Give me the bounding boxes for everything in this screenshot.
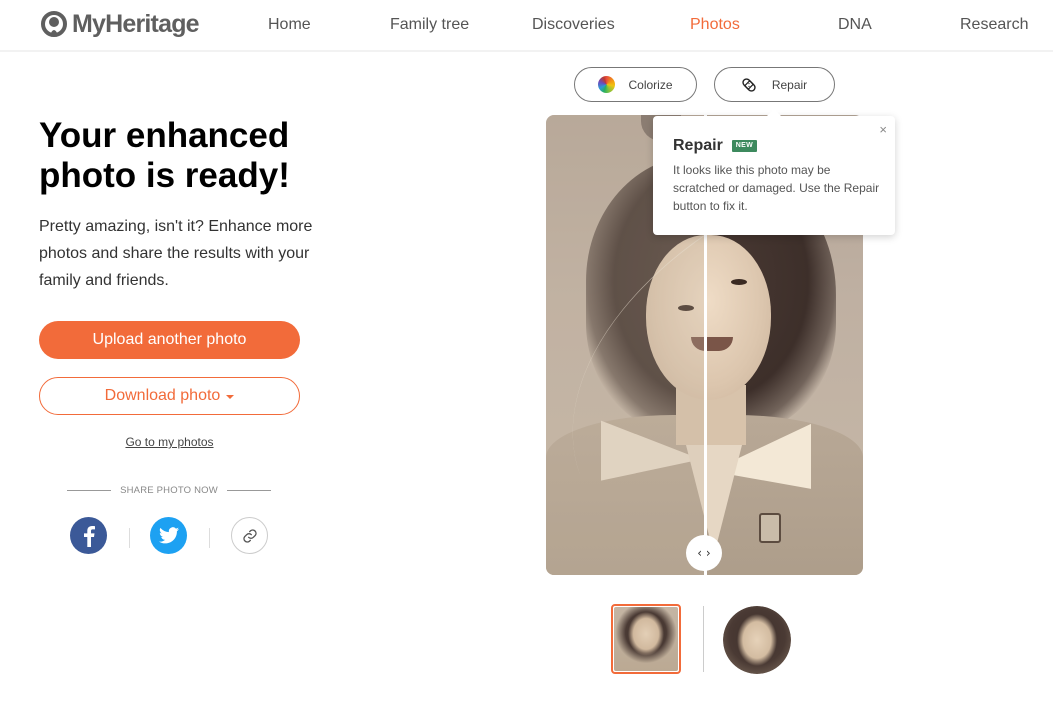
- myheritage-logo-icon: [41, 11, 67, 37]
- tooltip-title-text: Repair: [673, 137, 723, 154]
- close-icon[interactable]: ×: [879, 122, 887, 137]
- myheritage-logo[interactable]: MyHeritage: [39, 9, 200, 38]
- page-subtitle: Pretty amazing, isn't it? Enhance more p…: [39, 218, 313, 289]
- thumbnail-image: [614, 607, 678, 671]
- go-to-my-photos-link[interactable]: Go to my photos: [39, 435, 300, 449]
- nav-discoveries[interactable]: Discoveries: [532, 16, 615, 34]
- thumbnail-face-crop[interactable]: [723, 606, 791, 674]
- share-label: SHARE PHOTO NOW: [120, 485, 218, 496]
- divider: [67, 490, 112, 491]
- tooltip-title: Repair NEW: [673, 137, 758, 155]
- link-icon: [242, 528, 257, 543]
- facebook-share-button[interactable]: [70, 517, 107, 554]
- page-title: Your enhanced photo is ready!: [39, 116, 290, 195]
- nav-home[interactable]: Home: [268, 16, 311, 34]
- repair-label: Repair: [771, 77, 808, 92]
- twitter-share-button[interactable]: [150, 517, 187, 554]
- repair-button[interactable]: Repair: [714, 67, 835, 102]
- copy-link-button[interactable]: [231, 517, 268, 554]
- tooltip-arrow: [767, 109, 781, 116]
- caret-down-icon: [226, 395, 235, 399]
- nav-research[interactable]: Research: [960, 16, 1028, 34]
- thumbnail-separator: [703, 606, 704, 672]
- repair-tooltip: × Repair NEW It looks like this photo ma…: [653, 109, 895, 235]
- logo-text: MyHeritage: [72, 9, 200, 38]
- colorize-button[interactable]: Colorize: [574, 67, 697, 102]
- download-photo-button[interactable]: Download photo: [39, 377, 300, 415]
- nav-dna[interactable]: DNA: [838, 16, 872, 34]
- twitter-icon: [158, 527, 179, 544]
- colorize-label: Colorize: [628, 77, 673, 92]
- share-separator: [129, 528, 130, 548]
- download-photo-label: Download photo: [104, 387, 221, 404]
- photo-pin: [759, 513, 781, 543]
- divider: [226, 490, 271, 491]
- thumbnail-enhanced-photo[interactable]: [611, 604, 681, 674]
- nav-family-tree[interactable]: Family tree: [390, 16, 469, 34]
- share-heading: SHARE PHOTO NOW: [67, 485, 271, 496]
- tooltip-body: It looks like this photo may be scratche…: [673, 163, 880, 213]
- thumbnail-image: [723, 606, 791, 674]
- share-separator: [209, 528, 210, 548]
- upload-another-photo-button[interactable]: Upload another photo: [39, 321, 300, 359]
- facebook-icon: [83, 525, 95, 547]
- comparison-slider-handle[interactable]: ‹ ›: [686, 535, 722, 571]
- new-badge: NEW: [731, 140, 758, 152]
- site-header: MyHeritage Home Family tree Discoveries …: [0, 0, 1053, 52]
- nav-photos[interactable]: Photos: [690, 16, 740, 34]
